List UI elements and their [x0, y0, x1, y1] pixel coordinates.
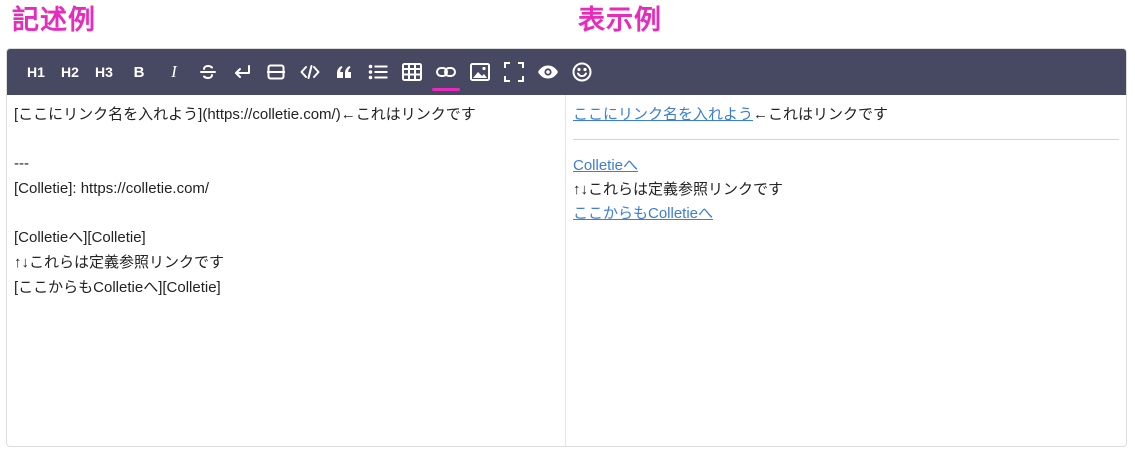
preview-line-2: Colletieへ: [573, 154, 1119, 178]
preview-eye-icon[interactable]: [531, 49, 565, 95]
source-line: [ここにリンク名を入れよう](https://colletie.com/)←これ…: [14, 106, 476, 123]
preview-horizontal-rule: [573, 139, 1119, 140]
display-example-heading: 表示例: [578, 5, 662, 36]
strikethrough-icon[interactable]: [191, 49, 225, 95]
bullet-list-icon[interactable]: [361, 49, 395, 95]
fullscreen-icon[interactable]: [497, 49, 531, 95]
editor-toolbar: H1 H2 H3 B I: [7, 49, 1126, 95]
markdown-editor: H1 H2 H3 B I [ここにリンク名を入れよう](https://coll…: [6, 48, 1127, 447]
table-icon[interactable]: [395, 49, 429, 95]
preview-link-note: ←これはリンクです: [753, 106, 889, 123]
heading3-button[interactable]: H3: [87, 49, 121, 95]
heading1-button[interactable]: H1: [19, 49, 53, 95]
source-line: [14, 202, 558, 227]
source-line: ↑↓これらは定義参照リンクです: [14, 254, 225, 272]
preview-line-3: ↑↓これらは定義参照リンクです: [573, 181, 784, 198]
source-line: [Colletie]: https://colletie.com/: [14, 180, 210, 198]
source-line: [ここからもColletieへ][Colletie]: [14, 278, 221, 296]
quote-icon[interactable]: [327, 49, 361, 95]
code-icon[interactable]: [293, 49, 327, 95]
line-break-icon[interactable]: [225, 49, 259, 95]
horizontal-rule-icon[interactable]: [259, 49, 293, 95]
italic-button[interactable]: I: [157, 49, 191, 95]
active-tool-underline: [432, 88, 460, 91]
preview-link-inline[interactable]: ここにリンク名を入れよう: [573, 106, 753, 123]
heading2-button[interactable]: H2: [53, 49, 87, 95]
preview-link-colletie-2[interactable]: ここからもColletieへ: [573, 205, 713, 222]
preview-line-1: ここにリンク名を入れよう←これはリンクです: [573, 103, 1119, 127]
preview-link-colletie[interactable]: Colletieへ: [573, 157, 638, 174]
source-line: [14, 128, 558, 153]
markdown-source-pane[interactable]: [ここにリンク名を入れよう](https://colletie.com/)←これ…: [7, 95, 566, 446]
image-icon[interactable]: [463, 49, 497, 95]
description-example-heading: 記述例: [12, 5, 96, 36]
link-icon[interactable]: [429, 49, 463, 95]
emoji-icon[interactable]: [565, 49, 599, 95]
source-line: [Colletieへ][Colletie]: [14, 229, 146, 247]
bold-button[interactable]: B: [121, 49, 157, 95]
preview-line-4: ここからもColletieへ: [573, 202, 1119, 226]
source-line: ---: [14, 155, 29, 173]
preview-pane: ここにリンク名を入れよう←これはリンクです Colletieへ ↑↓これらは定義…: [566, 95, 1126, 446]
